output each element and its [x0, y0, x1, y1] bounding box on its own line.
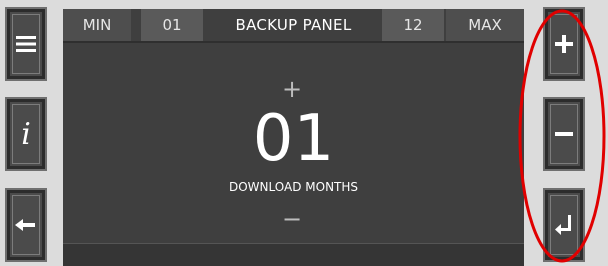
decrement-indicator[interactable]: −	[277, 207, 307, 231]
enter-icon	[555, 215, 571, 235]
enter-button[interactable]	[543, 188, 585, 262]
min-value: 01	[141, 9, 203, 41]
panel-footer	[63, 243, 524, 266]
increment-indicator[interactable]: +	[277, 77, 307, 101]
download-months-label: DOWNLOAD MONTHS	[228, 180, 359, 194]
info-button[interactable]: i	[5, 97, 47, 171]
info-icon: i	[21, 116, 31, 152]
plus-icon	[555, 35, 573, 53]
min-label: MIN	[63, 9, 131, 41]
max-value: 12	[382, 9, 444, 41]
menu-icon	[16, 36, 36, 52]
max-label: MAX	[446, 9, 524, 41]
menu-button[interactable]	[5, 7, 47, 81]
back-arrow-icon	[15, 219, 35, 231]
plus-button[interactable]	[543, 7, 585, 81]
minus-button[interactable]	[543, 97, 585, 171]
minus-icon	[555, 132, 573, 136]
current-value: 01	[252, 102, 335, 176]
backup-panel: BACKUP PANEL + MIN 01 01 DOWNLOAD MONTHS…	[63, 9, 524, 266]
back-button[interactable]	[5, 188, 47, 262]
